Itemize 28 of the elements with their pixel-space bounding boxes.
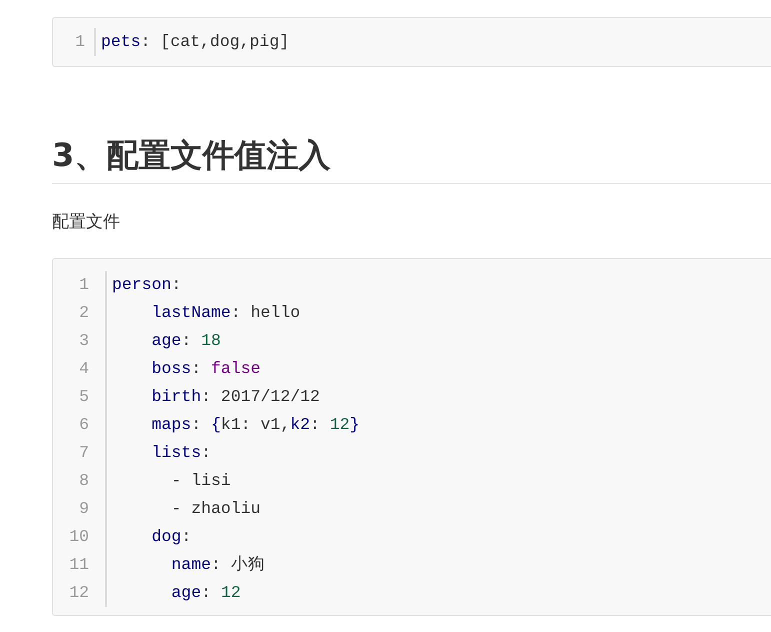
code-line: age: 12 [171, 583, 241, 602]
line-number: 2 [79, 302, 89, 324]
code-line: person: [112, 275, 182, 294]
code-line: maps: {k1: v1,k2: 12} [152, 415, 360, 434]
line-number: 3 [79, 330, 89, 352]
code-line: dog: [152, 527, 192, 546]
line-number: 8 [79, 470, 89, 492]
code-line: age: 18 [152, 331, 221, 350]
line-number: 10 [69, 526, 89, 548]
code-line: birth: 2017/12/12 [152, 387, 320, 406]
section-heading: 3、配置文件值注入 [52, 135, 771, 184]
line-number: 12 [69, 582, 89, 604]
line-number: 11 [69, 554, 89, 576]
line-number: 4 [79, 358, 89, 380]
code-line: lastName: hello [152, 303, 300, 322]
line-number: 5 [79, 386, 89, 408]
line-number: 1 [75, 31, 85, 53]
code-line: pets: [cat,dog,pig] [101, 32, 290, 51]
line-number: 1 [79, 274, 89, 296]
code-line: boss: false [152, 359, 261, 378]
line-number: 6 [79, 414, 89, 436]
code-line: - zhaoliu [171, 499, 261, 518]
code-line: lists: [152, 443, 212, 462]
code-line: - lisi [171, 471, 231, 490]
paragraph: 配置文件 [52, 211, 121, 234]
code-line: name: 小狗 [171, 555, 265, 574]
line-number: 7 [79, 442, 89, 464]
line-number: 9 [79, 498, 89, 520]
